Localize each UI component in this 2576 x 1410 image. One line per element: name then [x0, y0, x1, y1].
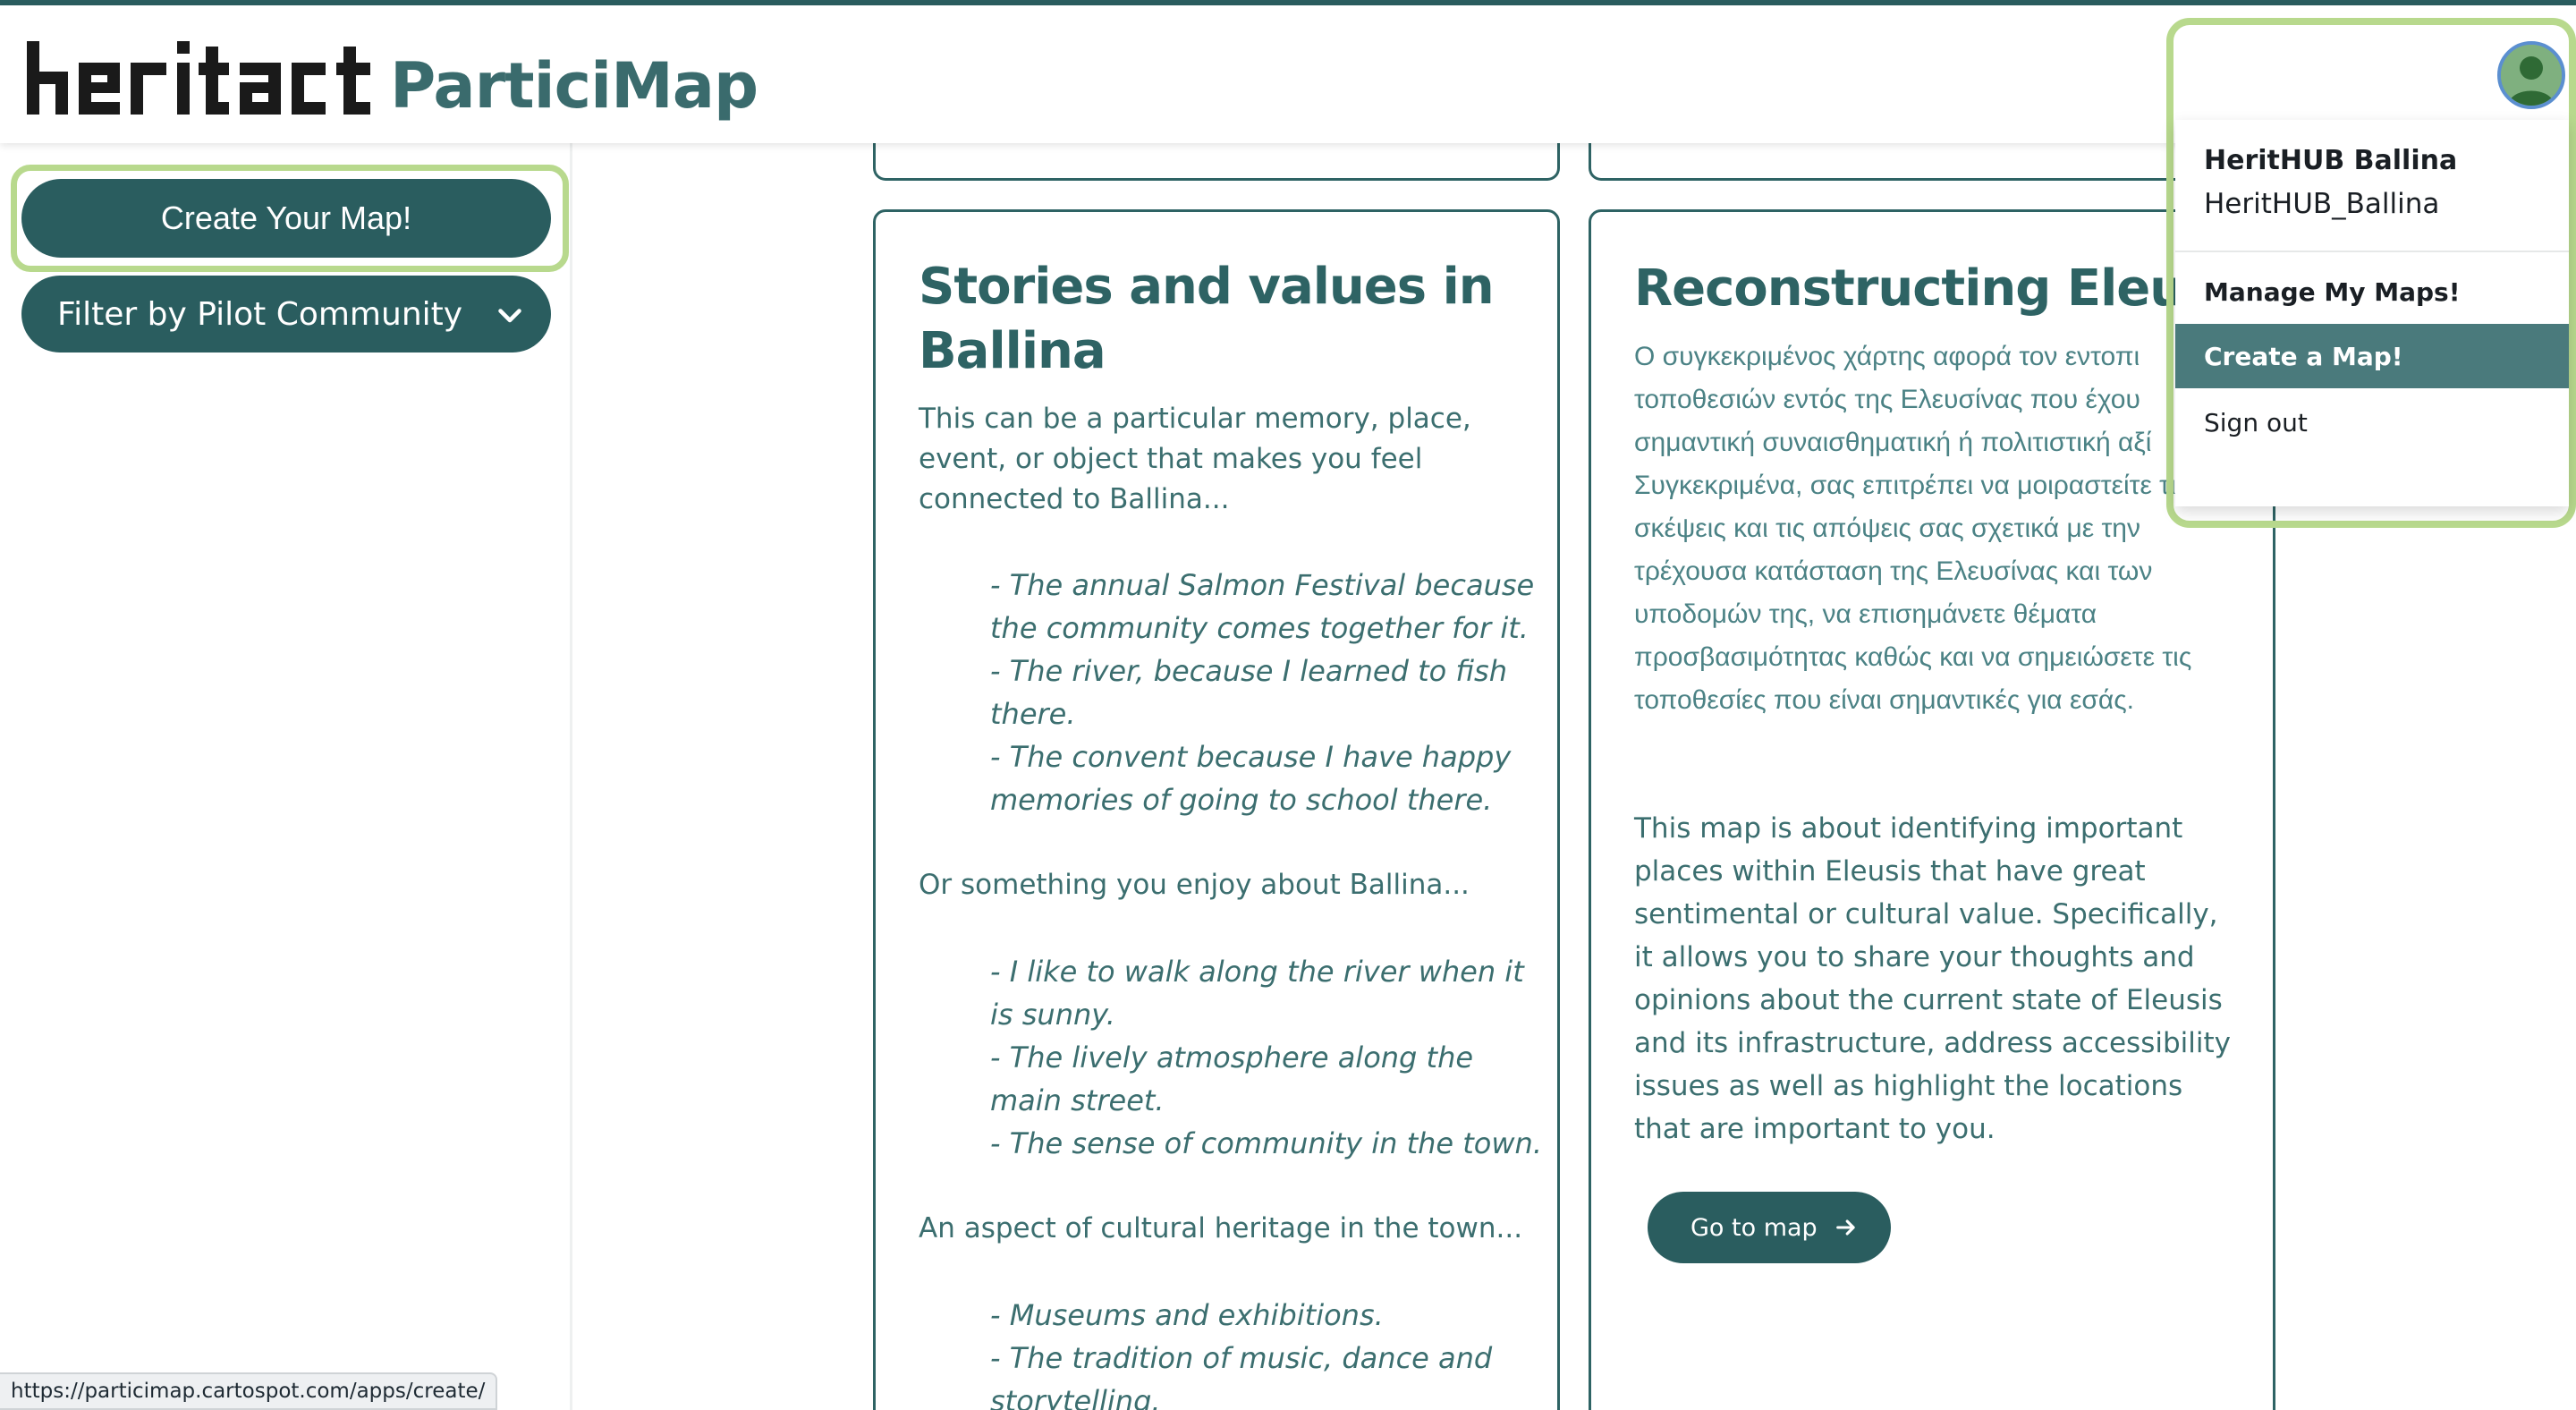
greek-description-line: τοποθεσιών εντός της Ελευσίνας που έχου — [1634, 385, 2140, 414]
card-intro-line: This can be a particular memory, place, — [919, 403, 1471, 435]
user-avatar-icon[interactable] — [2497, 41, 2565, 109]
card-section-line: Or something you enjoy about Ballina... — [919, 869, 1470, 901]
greek-description-line: υποδομών της, να επισημάνετε θέματα — [1634, 599, 2097, 629]
example-line: memories of going to school there. — [990, 783, 1493, 817]
example-line: - The annual Salmon Festival because — [990, 568, 1535, 602]
card-title-line2: Ballina — [919, 322, 1106, 380]
english-description-line: opinions about the current state of Eleu… — [1634, 984, 2223, 1016]
greek-description-line: Συγκεκριμένα, σας επιτρέπει να μοιραστεί… — [1634, 471, 2190, 500]
menu-item-create-a-map[interactable]: Create a Map! — [2175, 324, 2569, 388]
greek-description-line: σκέψεις και τις απόψεις σας σχετικά με τ… — [1634, 514, 2140, 543]
english-description-line: issues as well as highlight the location… — [1634, 1070, 2183, 1102]
greek-description-line: τοποθεσίες που είναι σημαντικές για εσάς… — [1634, 685, 2135, 715]
example-line: storytelling. — [990, 1384, 1161, 1410]
english-description-line: it allows you to share your thoughts and — [1634, 941, 2195, 973]
greek-description-line: σημαντική συναισθηματική ή πολιτιστική α… — [1634, 428, 2152, 457]
app-title: ParticiMap — [390, 49, 758, 123]
example-line: - The sense of community in the town. — [990, 1126, 1542, 1160]
card-title-line1: Stories and values in — [919, 258, 1495, 316]
example-line: is sunny. — [990, 998, 1115, 1032]
user-display-name: HeritHUB Ballina — [2204, 145, 2458, 176]
example-line: - Museums and exhibitions. — [990, 1298, 1384, 1332]
english-description-line: sentimental or cultural value. Specifica… — [1634, 898, 2218, 930]
english-description-line: that are important to you. — [1634, 1113, 1996, 1145]
greek-description-line: τρέχουσα κατάσταση της Ελευσίνας και των — [1634, 556, 2153, 586]
create-your-map-button[interactable]: Create Your Map! — [21, 179, 551, 258]
example-line: - The tradition of music, dance and — [990, 1341, 1493, 1375]
example-line: - The river, because I learned to fish — [990, 654, 1507, 688]
card-intro-line: event, or object that makes you feel — [919, 443, 1423, 475]
example-line: main street. — [990, 1083, 1165, 1117]
heritact-logo[interactable] — [27, 41, 370, 115]
english-description-line: This map is about identifying important — [1634, 812, 2183, 845]
go-to-map-button[interactable]: Go to map — [1648, 1192, 1891, 1263]
english-description-line: places within Eleusis that have great — [1634, 855, 2146, 888]
card-title: Reconstructing Eleusis — [1634, 259, 2259, 318]
example-line: - The convent because I have happy — [990, 740, 1512, 774]
chevron-down-icon — [498, 309, 521, 323]
menu-item-manage-my-maps[interactable]: Manage My Maps! — [2175, 259, 2569, 324]
card-intro-line: connected to Ballina... — [919, 483, 1230, 515]
filter-by-pilot-community-dropdown[interactable]: Filter by Pilot Community — [21, 276, 551, 352]
example-line: there. — [990, 697, 1076, 731]
example-line: - I like to walk along the river when it — [990, 955, 1524, 989]
status-bar-url: https://particimap.cartospot.com/apps/cr… — [0, 1372, 498, 1410]
greek-description-line: προσβασιμότητας καθώς και να σημειώσετε … — [1634, 642, 2192, 672]
menu-item-sign-out[interactable]: Sign out — [2175, 390, 2569, 454]
example-line: the community comes together for it. — [990, 611, 1529, 645]
menu-divider — [2175, 251, 2569, 252]
greek-description-line: Ο συγκεκριμένος χάρτης αφορά τον εντοπι — [1634, 342, 2140, 371]
filter-label: Filter by Pilot Community — [57, 295, 463, 333]
go-to-map-label: Go to map — [1690, 1213, 1818, 1242]
map-card-ballina: Stories and values in Ballina This can b… — [873, 209, 1560, 1410]
example-line: - The lively atmosphere along the — [990, 1041, 1474, 1074]
user-username: HeritHUB_Ballina — [2204, 188, 2440, 220]
english-description-line: and its infrastructure, address accessib… — [1634, 1027, 2231, 1059]
arrow-right-icon — [1835, 1219, 1855, 1236]
card-section-line: An aspect of cultural heritage in the to… — [919, 1212, 1523, 1244]
